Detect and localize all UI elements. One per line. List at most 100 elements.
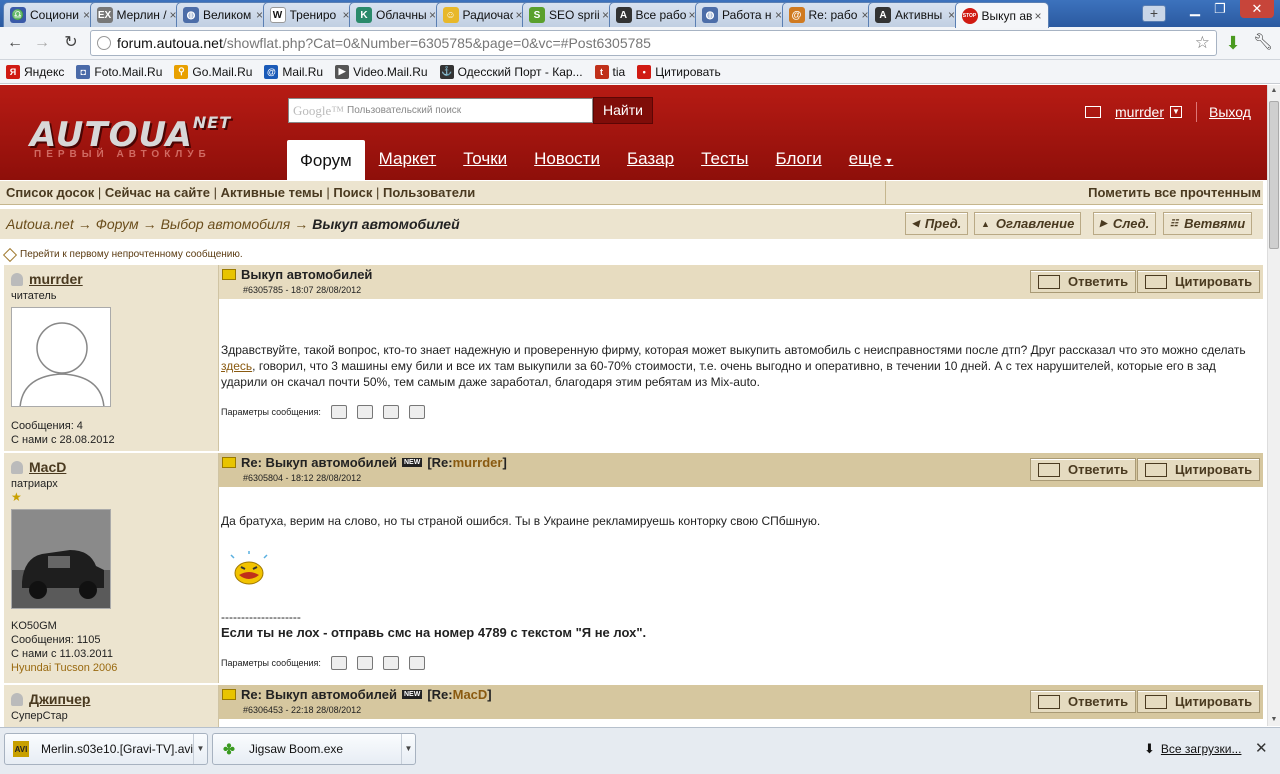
scroll-thumb[interactable] [1269, 101, 1279, 249]
scroll-up-icon[interactable]: ▲ [1268, 85, 1280, 97]
next-button[interactable]: ▶ След. [1093, 212, 1157, 235]
envelope-icon[interactable] [1085, 106, 1101, 118]
ignore-icon[interactable] [382, 405, 399, 419]
quote-button[interactable]: Цитировать [1137, 458, 1261, 481]
download-item[interactable]: AVI Merlin.s03e10.[Gravi-TV].avi ▼ [4, 733, 208, 765]
chevron-down-icon[interactable]: ▼ [401, 734, 415, 764]
logout-link[interactable]: Выход [1209, 104, 1251, 120]
address-bar[interactable]: forum.autoua.net/showflat.php?Cat=0&Numb… [90, 30, 1217, 56]
notify-icon[interactable] [356, 405, 373, 419]
breadcrumb-link[interactable]: Форум [96, 216, 139, 232]
bookmark-item[interactable]: t tia [594, 64, 625, 79]
quote-button[interactable]: Цитировать [1137, 270, 1261, 293]
forward-icon[interactable] [408, 656, 425, 670]
bookmark-item[interactable]: • Цитировать [637, 64, 721, 79]
author-link[interactable]: MacD [11, 459, 211, 475]
bookmark-item[interactable]: ⚓ Одесский Порт - Кар... [439, 64, 583, 79]
minimize-button[interactable]: ▁ [1183, 0, 1207, 18]
forum-post: MacD патриарх ★ KO50GM Сообщения: 1105 С… [4, 453, 1263, 683]
reply-button[interactable]: Ответить [1030, 270, 1137, 293]
forum-menu-item[interactable]: Поиск [333, 185, 372, 200]
ignore-icon[interactable] [382, 656, 399, 670]
browser-tab[interactable]: ◍ Великом × [176, 2, 271, 27]
close-window-button[interactable]: ✕ [1240, 0, 1274, 18]
close-tab-icon[interactable]: × [1032, 9, 1044, 23]
site-header: AUTOUANET ПЕРВЫЙ АВТОКЛУБ Google™ Пользо… [0, 85, 1267, 180]
search-button[interactable]: Найти [593, 97, 653, 124]
download-item[interactable]: ✤ Jigsaw Boom.exe ▼ [212, 733, 416, 765]
nav-item[interactable]: Базар [627, 149, 674, 180]
reply-to-link[interactable]: MacD [453, 687, 488, 702]
forum-menu-item[interactable]: Сейчас на сайте [105, 185, 210, 200]
reply-button[interactable]: Ответить [1030, 690, 1137, 713]
scroll-down-icon[interactable]: ▼ [1268, 714, 1280, 726]
bookmark-item[interactable]: ⚲ Go.Mail.Ru [174, 64, 252, 79]
threads-button[interactable]: ☷ Ветвями [1163, 212, 1253, 235]
browser-tab[interactable]: A Все рабо × [608, 2, 703, 27]
quote-button[interactable]: Цитировать [1137, 690, 1261, 713]
browser-tab[interactable]: ♎ Социони × [3, 2, 98, 27]
back-button[interactable]: ← [4, 33, 26, 53]
bookmark-item[interactable]: ◘ Foto.Mail.Ru [76, 64, 162, 79]
breadcrumb-arrow: → [77, 216, 92, 232]
forum-post: murrder читатель Сообщения: 4 С нами с 2… [4, 265, 1263, 451]
chevron-down-icon[interactable]: ▼ [193, 734, 207, 764]
browser-tab[interactable]: S SEO sprii × [522, 2, 617, 27]
print-icon[interactable] [330, 656, 347, 670]
author-link[interactable]: murrder [11, 271, 211, 287]
maximize-button[interactable]: ❐ [1208, 0, 1232, 18]
print-icon[interactable] [330, 405, 347, 419]
page-info-icon[interactable] [97, 36, 111, 50]
nav-item[interactable]: Тесты [701, 149, 748, 180]
ship-icon: ⚓ [439, 64, 454, 79]
bookmark-item[interactable]: ▶ Video.Mail.Ru [335, 64, 428, 79]
nav-item[interactable]: Блоги [775, 149, 821, 180]
browser-tab[interactable]: @ Re: рабо × [781, 2, 876, 27]
wrench-menu-icon[interactable]: 🔧︎ [1252, 33, 1274, 53]
nav-item[interactable]: Точки [463, 149, 507, 180]
prev-button[interactable]: ◀ Пред. [905, 212, 969, 235]
reply-button[interactable]: Ответить [1030, 458, 1137, 481]
bookmark-item[interactable]: @ Mail.Ru [264, 64, 323, 79]
browser-tab[interactable]: EX Мерлин / × [89, 2, 184, 27]
reload-button[interactable]: ↻ [60, 33, 82, 53]
mark-all-read-link[interactable]: Пометить все прочтенным [885, 181, 1263, 205]
forum-menu-item[interactable]: Активные темы [221, 185, 323, 200]
all-downloads[interactable]: ⬇ Все загрузки... [1144, 741, 1241, 757]
bookmark-item[interactable]: Я Яндекс [6, 64, 64, 79]
user-dropdown-icon[interactable]: ▼ [1170, 106, 1183, 118]
breadcrumb-link[interactable]: Выбор автомобиля [161, 216, 291, 232]
forum-menu-item[interactable]: Пользователи [383, 185, 475, 200]
quote-icon [1145, 274, 1167, 289]
nav-item[interactable]: Новости [534, 149, 600, 180]
forum-menu-item[interactable]: Список досок [6, 185, 94, 200]
browser-tab[interactable]: W Трениро × [262, 2, 357, 27]
reply-to-link[interactable]: murrder [453, 455, 503, 470]
browser-tab[interactable]: K Облачны × [349, 2, 444, 27]
browser-tab[interactable]: ☺ Радиочас × [435, 2, 530, 27]
download-extension-icon[interactable]: ⬇ [1222, 33, 1244, 53]
new-tab-button[interactable]: + [1142, 5, 1166, 22]
camera-icon: ◘ [76, 64, 91, 79]
username-link[interactable]: murrder [1115, 104, 1164, 120]
nav-item[interactable]: Маркет [379, 149, 437, 180]
close-shelf-icon[interactable]: ✕ [1255, 739, 1268, 757]
browser-tab[interactable]: A Активны × [868, 2, 963, 27]
author-link[interactable]: Джипчер [11, 691, 211, 707]
nav-item[interactable]: Форум [287, 140, 365, 180]
browser-tab[interactable]: ◍ Работа н × [695, 2, 790, 27]
post-link[interactable]: здесь [221, 359, 252, 373]
avatar [11, 307, 111, 407]
forward-icon[interactable] [408, 405, 425, 419]
bookmark-star-icon[interactable]: ☆ [1195, 33, 1210, 53]
first-unread-link[interactable]: Перейти к первому непрочтенному сообщени… [2, 247, 243, 262]
nav-item[interactable]: еще ▼ [849, 149, 894, 180]
notify-icon[interactable] [356, 656, 373, 670]
page-scrollbar[interactable]: ▲ ▼ [1267, 85, 1280, 726]
browser-tab[interactable]: STOP Выкуп ав × [954, 2, 1049, 28]
search-input[interactable]: Google™ Пользовательский поиск [288, 98, 593, 123]
forward-button[interactable]: → [31, 33, 53, 53]
index-button[interactable]: ▲ Оглавление [974, 212, 1082, 235]
breadcrumb-link[interactable]: Autoua.net [6, 216, 74, 232]
breadcrumb-arrow: → [294, 216, 309, 232]
